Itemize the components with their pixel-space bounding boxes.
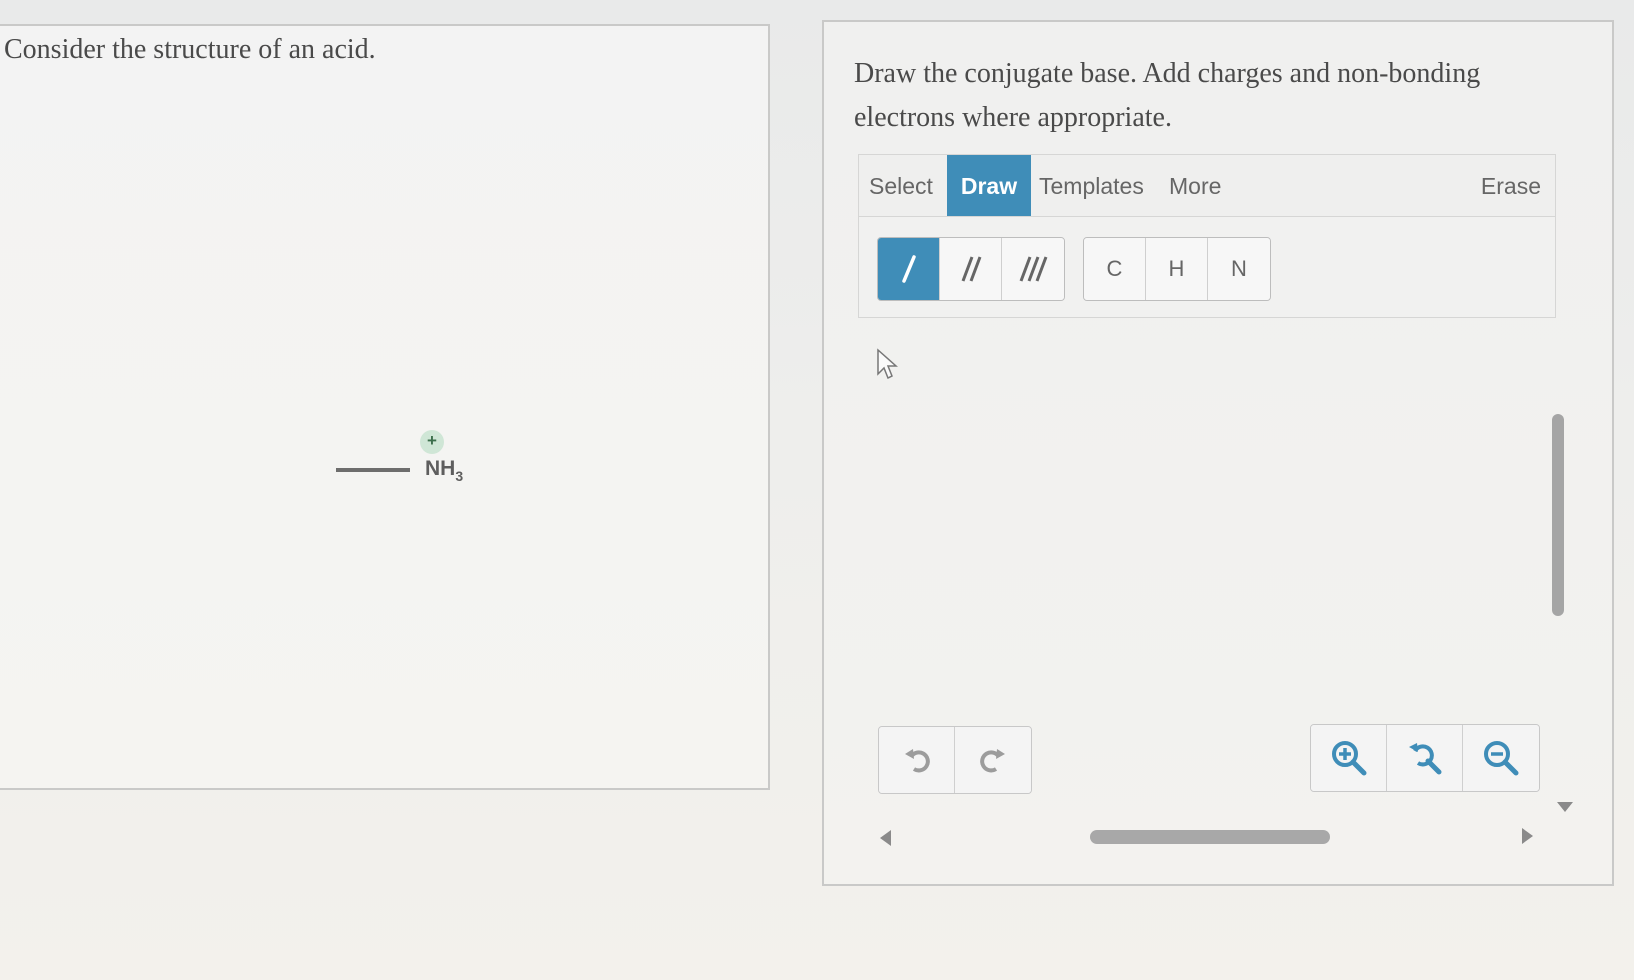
redo-button[interactable] (955, 727, 1031, 793)
answer-panel: Draw the conjugate base. Add charges and… (822, 20, 1614, 886)
ammonium-subscript: 3 (455, 468, 464, 484)
zoom-reset-icon (1408, 743, 1441, 775)
redo-icon (980, 749, 1005, 773)
ammonium-label: NH3 (425, 457, 464, 484)
single-bond-icon (901, 255, 916, 283)
bond-tool-group (877, 237, 1065, 301)
bond-line (336, 468, 410, 472)
atom-nitrogen-button[interactable]: N (1208, 238, 1270, 300)
acid-structure: + NH3 (320, 406, 480, 486)
atom-hydrogen-button[interactable]: H (1146, 238, 1208, 300)
scroll-down-arrow-icon[interactable] (1557, 802, 1573, 812)
erase-button[interactable]: Erase (1481, 155, 1541, 217)
double-bond-icon (961, 256, 981, 282)
triple-bond-button[interactable] (1002, 238, 1064, 300)
zoom-out-icon (1484, 741, 1519, 776)
history-controls (878, 726, 1032, 794)
tab-more[interactable]: More (1169, 155, 1221, 217)
scroll-left-arrow-icon[interactable] (880, 830, 891, 846)
editor-tab-bar: Select Draw Templates More Erase (858, 154, 1556, 217)
single-bond-button[interactable] (878, 238, 940, 300)
tab-templates[interactable]: Templates (1039, 155, 1144, 217)
undo-icon (904, 749, 930, 773)
atom-carbon-button[interactable]: C (1084, 238, 1146, 300)
horizontal-scrollbar-thumb[interactable] (1090, 830, 1330, 844)
mouse-cursor-icon (877, 348, 898, 380)
zoom-controls (1310, 724, 1540, 792)
undo-button[interactable] (879, 727, 955, 793)
draw-toolbar: C H N (858, 216, 1556, 318)
zoom-in-button[interactable] (1311, 725, 1387, 791)
answer-prompt: Draw the conjugate base. Add charges and… (854, 58, 1481, 133)
ammonium-group: NH (425, 457, 456, 480)
positive-charge: + (420, 430, 444, 454)
zoom-reset-button[interactable] (1387, 725, 1463, 791)
double-bond-button[interactable] (940, 238, 1002, 300)
question-panel: Consider the structure of an acid. + NH3 (0, 24, 770, 790)
atom-tool-group: C H N (1083, 237, 1271, 301)
scroll-right-arrow-icon[interactable] (1522, 828, 1533, 844)
zoom-in-icon (1331, 741, 1366, 776)
zoom-out-button[interactable] (1463, 725, 1539, 791)
triple-bond-icon (1019, 256, 1048, 282)
question-prompt: Consider the structure of an acid. (4, 34, 376, 65)
tab-select[interactable]: Select (869, 155, 933, 217)
tab-draw[interactable]: Draw (947, 155, 1031, 217)
vertical-scrollbar-thumb[interactable] (1552, 414, 1564, 616)
